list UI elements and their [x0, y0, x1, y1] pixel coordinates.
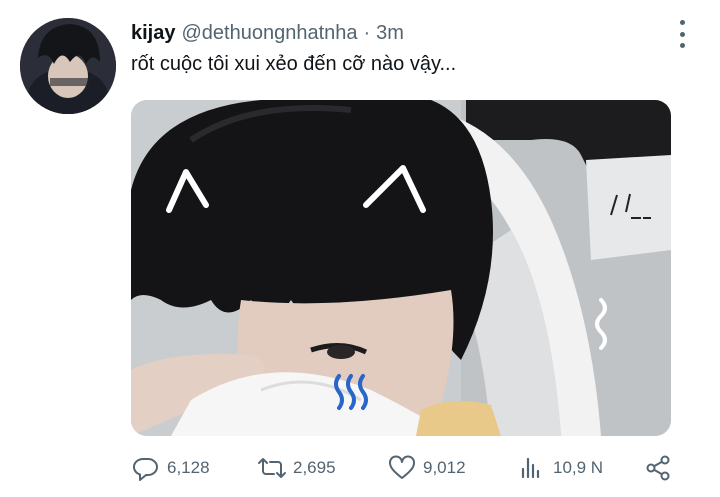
tweet-header: kijay @dethuongnhatnha · 3m — [131, 22, 404, 45]
heart-icon — [389, 455, 415, 479]
views-icon — [521, 457, 540, 479]
retweet-button[interactable]: 2,695 — [257, 453, 336, 483]
separator-dot: · — [363, 22, 371, 44]
photo — [131, 100, 671, 436]
views-count: 10,9 N — [553, 458, 604, 477]
share-icon — [646, 455, 670, 481]
timestamp[interactable]: 3m — [376, 22, 404, 45]
more-vertical-icon[interactable] — [676, 20, 688, 48]
tweet-media-image[interactable] — [131, 100, 671, 436]
reply-count: 6,128 — [167, 458, 210, 477]
reply-icon — [133, 457, 158, 481]
like-button[interactable]: 9,012 — [387, 453, 466, 483]
avatar-image — [20, 18, 116, 114]
display-name[interactable]: kijay — [131, 22, 175, 45]
tweet-actions: 6,128 2,695 9,012 10,9 N — [131, 453, 676, 483]
views-button[interactable]: 10,9 N — [517, 453, 603, 483]
share-button[interactable] — [643, 453, 673, 483]
reply-button[interactable]: 6,128 — [131, 453, 210, 483]
tweet-text: rốt cuộc tôi xui xẻo đến cỡ nào vậy... — [131, 53, 457, 75]
avatar[interactable] — [20, 18, 116, 114]
user-handle[interactable]: @dethuongnhatnha — [181, 22, 357, 45]
retweet-count: 2,695 — [293, 458, 336, 477]
retweet-icon — [258, 458, 286, 478]
like-count: 9,012 — [423, 458, 466, 477]
